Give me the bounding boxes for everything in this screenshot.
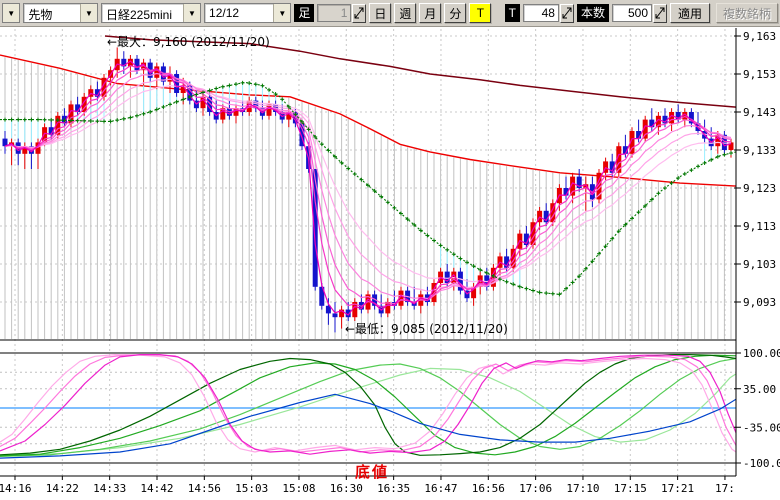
svg-text:14:22: 14:22 <box>46 482 79 495</box>
chevron-down-icon[interactable]: ▼ <box>3 4 19 22</box>
bar-count-input[interactable]: 500 <box>612 4 652 22</box>
tick-unit-label: T <box>505 4 520 22</box>
diagonal-spin-icon <box>655 7 665 19</box>
multi-symbol-button[interactable]: 複数銘柄 <box>716 3 778 23</box>
hidden-combo[interactable]: ▼ <box>2 3 20 23</box>
svg-text:16:35: 16:35 <box>377 482 410 495</box>
svg-text:9,093: 9,093 <box>743 296 776 309</box>
svg-text:9,143: 9,143 <box>743 106 776 119</box>
svg-text:14:16: 14:16 <box>0 482 32 495</box>
bar-type-label: 足 <box>294 4 314 22</box>
chevron-down-icon[interactable]: ▼ <box>183 4 200 22</box>
svg-text:-100.00: -100.00 <box>743 457 780 470</box>
svg-text:15:03: 15:03 <box>235 482 268 495</box>
apply-button[interactable]: 適用 <box>670 3 710 23</box>
bar-count-spinner[interactable] <box>653 4 667 23</box>
max-price-annotation: ←最大：9,160 (2012/11/20) <box>107 35 270 49</box>
chevron-down-icon[interactable]: ▼ <box>273 4 290 22</box>
svg-text:9,133: 9,133 <box>743 144 776 157</box>
bar-count-label: 本数 <box>577 4 609 22</box>
bar-interval-spinner[interactable] <box>352 4 366 23</box>
svg-text:16:47: 16:47 <box>424 482 457 495</box>
svg-text:17:: 17: <box>715 482 735 495</box>
period-minute-button[interactable]: 分 <box>444 3 466 23</box>
svg-text:9,113: 9,113 <box>743 220 776 233</box>
instrument-value: 日経225mini <box>102 4 183 22</box>
period-tick-button[interactable]: T <box>469 3 491 23</box>
svg-text:14:56: 14:56 <box>188 482 221 495</box>
contract-month-value: 12/12 <box>205 4 273 22</box>
toolbar: ▼ 先物 ▼ 日経225mini ▼ 12/12 ▼ 足 1 日 週 月 分 T… <box>0 0 780 27</box>
svg-text:17:15: 17:15 <box>614 482 647 495</box>
diagonal-spin-icon <box>562 7 572 19</box>
svg-text:-35.00: -35.00 <box>743 421 780 434</box>
svg-text:17:10: 17:10 <box>566 482 599 495</box>
bottom-value-annotation: 底値 <box>355 463 389 481</box>
oscillator-layer <box>0 355 736 459</box>
instrument-select[interactable]: 日経225mini ▼ <box>101 3 201 23</box>
svg-text:16:56: 16:56 <box>472 482 505 495</box>
svg-text:17:21: 17:21 <box>661 482 694 495</box>
svg-text:9,123: 9,123 <box>743 182 776 195</box>
instrument-type-value: 先物 <box>24 4 80 22</box>
instrument-type-select[interactable]: 先物 ▼ <box>23 3 98 23</box>
svg-text:15:08: 15:08 <box>282 482 315 495</box>
diagonal-spin-icon <box>354 7 364 19</box>
svg-text:17:06: 17:06 <box>519 482 552 495</box>
period-week-button[interactable]: 週 <box>394 3 416 23</box>
contract-month-select[interactable]: 12/12 ▼ <box>204 3 291 23</box>
svg-text:9,163: 9,163 <box>743 30 776 43</box>
price-chart-canvas: 9,163 9,153 9,143 9,133 9,123 9,113 9,103 9,093… <box>0 0 780 500</box>
svg-text:35.00: 35.00 <box>743 383 776 396</box>
period-day-button[interactable]: 日 <box>369 3 391 23</box>
min-price-annotation: ←最低：9,085 (2012/11/20) <box>345 322 508 336</box>
svg-text:14:33: 14:33 <box>93 482 126 495</box>
period-month-button[interactable]: 月 <box>419 3 441 23</box>
bar-interval-input[interactable]: 1 <box>317 4 351 22</box>
tick-count-input[interactable]: 48 <box>523 4 559 22</box>
svg-text:9,153: 9,153 <box>743 68 776 81</box>
chevron-down-icon[interactable]: ▼ <box>80 4 97 22</box>
tick-count-spinner[interactable] <box>560 4 574 23</box>
svg-text:100.00: 100.00 <box>743 347 780 360</box>
svg-text:14:42: 14:42 <box>140 482 173 495</box>
svg-text:16:30: 16:30 <box>330 482 363 495</box>
svg-text:9,103: 9,103 <box>743 258 776 271</box>
